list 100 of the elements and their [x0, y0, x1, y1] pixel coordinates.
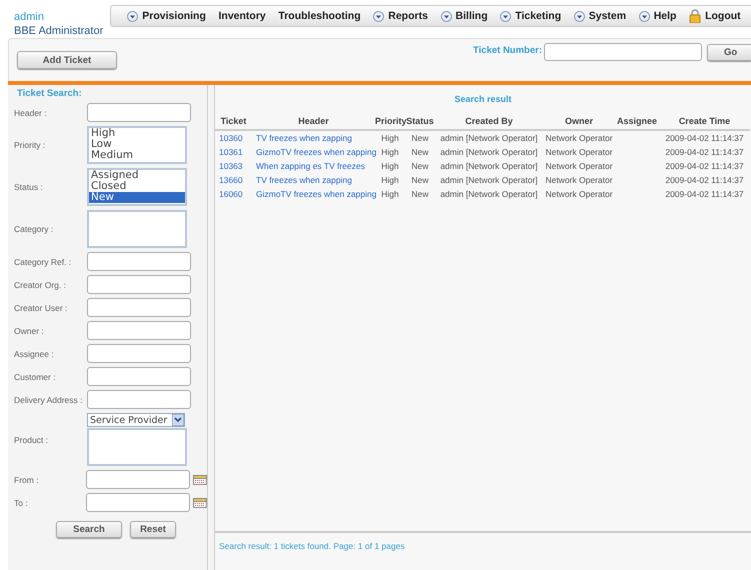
- provider-dropdown[interactable]: Service Provider: [87, 413, 185, 427]
- input-field[interactable]: [87, 390, 191, 409]
- input-field[interactable]: [87, 275, 191, 294]
- list-option[interactable]: Assigned: [89, 170, 185, 181]
- results-title: Search result: [453, 94, 513, 104]
- input-field[interactable]: [87, 344, 191, 363]
- input-field[interactable]: [87, 321, 191, 340]
- column-header: Created By: [435, 116, 543, 130]
- reset-button[interactable]: Reset: [130, 521, 176, 538]
- table-cell: Network Operator: [545, 175, 613, 185]
- list-box[interactable]: [87, 210, 187, 248]
- add-ticket-button[interactable]: Add Ticket: [17, 51, 117, 69]
- field-label: Header :: [14, 108, 48, 118]
- dropdown-icon: [127, 10, 138, 22]
- column-header: Owner: [543, 116, 615, 130]
- column-header: Create Time: [659, 116, 750, 130]
- date-field[interactable]: [86, 470, 190, 489]
- field-label: To :: [14, 498, 29, 508]
- nav-menu-item[interactable]: System: [574, 10, 626, 22]
- input-field[interactable]: [87, 252, 191, 271]
- nav-menu-item[interactable]: Billing: [440, 10, 488, 22]
- field-label: Creator User :: [14, 302, 68, 312]
- table-cell: Network Operator: [545, 133, 613, 143]
- logout-link[interactable]: Logout: [689, 9, 741, 23]
- ticket-header-link[interactable]: TV freezes when zapping: [256, 133, 352, 143]
- table-cell: High: [381, 161, 399, 171]
- table-cell: New: [411, 161, 428, 171]
- table-cell: Network Operator: [545, 147, 613, 157]
- field-label: Category Ref. :: [14, 256, 72, 266]
- column-header: Assignee: [615, 116, 659, 130]
- table-cell: New: [411, 175, 428, 185]
- ticket-header-link[interactable]: When zapping es TV freezes: [256, 161, 365, 171]
- results-summary: Search result: 1 tickets found. Page: 1 of 1 pages: [219, 541, 405, 551]
- table-cell: Network Operator: [545, 161, 613, 171]
- input-field[interactable]: [87, 298, 191, 317]
- table-cell: High: [381, 133, 399, 143]
- go-button[interactable]: Go: [707, 44, 751, 61]
- table-cell: High: [381, 189, 399, 199]
- column-header: Priority: [375, 116, 405, 130]
- ticket-number-field[interactable]: [544, 43, 702, 61]
- user-name: admin: [14, 10, 45, 24]
- list-option[interactable]: High: [89, 128, 185, 139]
- ticket-header-link[interactable]: GizmoTV freezes when zapping: [256, 147, 376, 157]
- list-box[interactable]: High Low Medium: [87, 126, 187, 164]
- input-field[interactable]: [87, 367, 191, 386]
- table-cell: Network Operator: [545, 189, 613, 199]
- column-header: Ticket: [215, 116, 252, 130]
- table-cell: New: [411, 133, 428, 143]
- column-header: Header: [252, 116, 375, 130]
- ticket-link[interactable]: 16060: [219, 189, 243, 199]
- nav-menu-item[interactable]: Help: [638, 10, 676, 22]
- ticket-link[interactable]: 10360: [219, 133, 243, 143]
- nav-menu-item[interactable]: Inventory: [218, 10, 266, 22]
- list-option[interactable]: Closed: [89, 181, 185, 192]
- field-label: Owner :: [14, 326, 45, 336]
- nav-menu-item[interactable]: Ticketing: [500, 10, 562, 22]
- ticket-header-link[interactable]: TV freezes when zapping: [256, 175, 352, 185]
- search-title: Ticket Search:: [17, 88, 83, 99]
- ticket-header-link[interactable]: GizmoTV freezes when zapping: [256, 189, 376, 199]
- dropdown-icon: [373, 10, 384, 22]
- field-label: Product :: [14, 434, 50, 444]
- table-cell: admin [Network Operator]: [440, 133, 538, 143]
- table-cell: admin [Network Operator]: [440, 147, 538, 157]
- nav-menu-item[interactable]: Troubleshooting: [278, 10, 361, 22]
- nav-menu-item[interactable]: Reports: [373, 10, 428, 22]
- table-cell: New: [411, 147, 428, 157]
- ticket-link[interactable]: 10361: [219, 147, 243, 157]
- list-option[interactable]: Low: [89, 139, 185, 150]
- list-box[interactable]: [87, 428, 187, 466]
- column-header: Status: [405, 116, 435, 130]
- input-field[interactable]: [87, 103, 191, 122]
- list-option[interactable]: New: [89, 192, 185, 203]
- search-button[interactable]: Search: [56, 521, 122, 538]
- table-cell: 2009-04-02 11:14:37: [665, 133, 744, 143]
- date-field[interactable]: [86, 493, 190, 512]
- table-cell: High: [381, 147, 399, 157]
- field-label: Priority :: [14, 140, 46, 150]
- dropdown-icon: [638, 10, 650, 22]
- user-role: BBE Administrator: [14, 24, 104, 38]
- dropdown-icon: [574, 10, 585, 22]
- field-label: Creator Org. :: [14, 280, 67, 290]
- nav-menu-item[interactable]: Provisioning: [127, 10, 206, 22]
- field-label: Category :: [14, 224, 54, 234]
- list-option[interactable]: Medium: [89, 150, 185, 161]
- table-cell: admin [Network Operator]: [440, 175, 538, 185]
- table-cell: New: [411, 189, 428, 199]
- dropdown-icon: [440, 10, 452, 22]
- table-cell: admin [Network Operator]: [440, 189, 538, 199]
- calendar-icon[interactable]: [193, 498, 207, 508]
- table-cell: 2009-04-02 11:14:37: [665, 175, 744, 185]
- field-label: Assignee :: [14, 348, 55, 358]
- field-label: Customer :: [14, 372, 57, 382]
- calendar-icon[interactable]: [193, 474, 207, 484]
- list-box[interactable]: Assigned Closed New: [87, 168, 187, 206]
- ticket-link[interactable]: 13660: [219, 175, 243, 185]
- dropdown-icon: [500, 10, 512, 22]
- field-label: From :: [14, 474, 40, 484]
- field-label: Status :: [14, 182, 44, 192]
- padlock-icon: [689, 9, 702, 23]
- ticket-link[interactable]: 10363: [219, 161, 243, 171]
